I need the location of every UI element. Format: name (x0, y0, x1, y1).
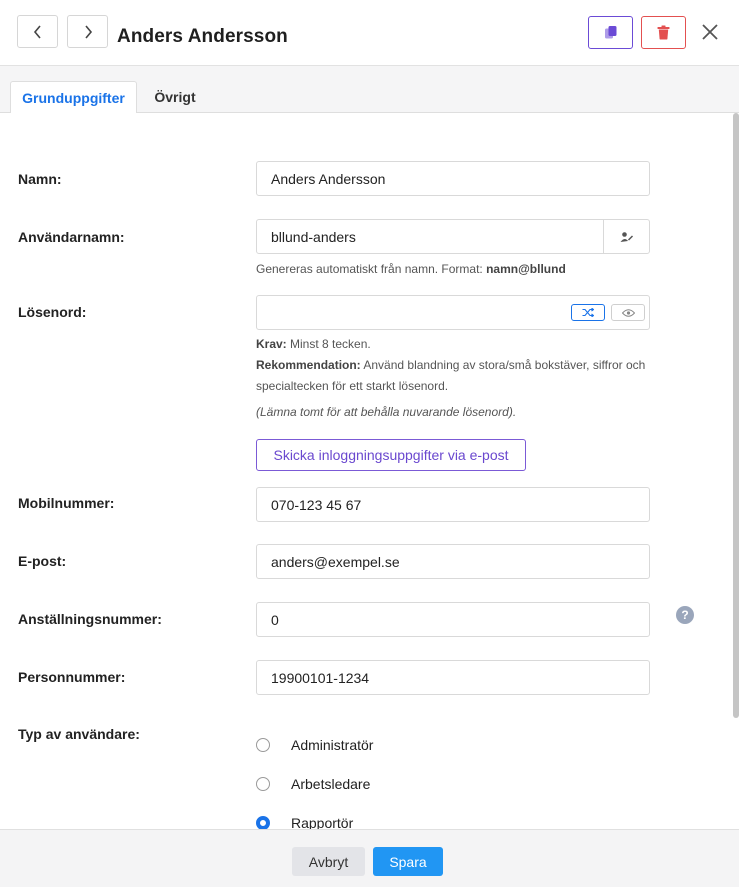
name-label: Namn: (18, 171, 62, 187)
radio-button[interactable] (256, 738, 270, 752)
mobile-label: Mobilnummer: (18, 495, 115, 511)
delete-button[interactable] (641, 16, 686, 49)
save-button[interactable]: Spara (373, 847, 443, 876)
copy-icon (604, 26, 616, 39)
radio-label: Arbetsledare (291, 776, 371, 792)
username-value: bllund-anders (271, 228, 356, 245)
help-icon[interactable]: ? (676, 606, 694, 624)
radio-button-checked[interactable] (256, 816, 270, 829)
tab-grunduppgifter[interactable]: Grunduppgifter (10, 81, 137, 114)
eye-icon (621, 308, 635, 317)
dialog-footer: Avbryt Spara (0, 829, 739, 887)
username-label: Användarnamn: (18, 229, 125, 245)
tab-ovrigt[interactable]: Övrigt (137, 81, 213, 113)
password-input[interactable] (256, 295, 650, 330)
form-content: Namn: Anders Andersson Användarnamn: bll… (0, 113, 733, 829)
user-edit-icon (620, 231, 633, 242)
page-title: Anders Andersson (117, 26, 288, 47)
mobile-input[interactable]: 070-123 45 67 (256, 487, 650, 522)
email-label: E-post: (18, 553, 67, 569)
close-icon (702, 24, 718, 40)
name-input[interactable]: Anders Andersson (256, 161, 650, 196)
radio-administrator[interactable]: Administratör (256, 735, 373, 755)
next-button[interactable] (67, 15, 108, 48)
radio-arbetsledare[interactable]: Arbetsledare (256, 774, 370, 794)
previous-button[interactable] (17, 15, 58, 48)
shuffle-icon (582, 308, 594, 317)
email-input[interactable]: anders@exempel.se (256, 544, 650, 579)
cancel-button[interactable]: Avbryt (292, 847, 365, 876)
copy-button[interactable] (588, 16, 633, 49)
username-input[interactable]: bllund-anders (256, 219, 650, 254)
personal-number-label: Personnummer: (18, 669, 126, 685)
password-label: Lösenord: (18, 304, 87, 320)
radio-label: Rapportör (291, 815, 354, 829)
radio-rapportor[interactable]: Rapportör (256, 813, 353, 829)
dialog-header: Anders Andersson (0, 0, 739, 66)
trash-icon (657, 25, 670, 40)
radio-label: Administratör (291, 737, 374, 753)
password-keep-note: (Lämna tomt för att behålla nuvarande lö… (256, 405, 517, 419)
user-type-label: Typ av användare: (18, 726, 140, 742)
chevron-left-icon (33, 24, 41, 39)
username-hint: Genereras automatiskt från namn. Format:… (256, 262, 566, 276)
show-password-button[interactable] (611, 304, 645, 321)
send-credentials-button[interactable]: Skicka inloggningsuppgifter via e-post (256, 439, 526, 471)
employee-number-label: Anställningsnummer: (18, 611, 162, 627)
generate-password-button[interactable] (571, 304, 605, 321)
radio-button[interactable] (256, 777, 270, 791)
employee-number-input[interactable]: 0 (256, 602, 650, 637)
tab-bar: Grunduppgifter Övrigt (0, 66, 739, 114)
password-recommendation-cont: specialtecken för ett starkt lösenord. (256, 379, 449, 393)
chevron-right-icon (84, 24, 92, 39)
password-recommendation: Rekommendation: Använd blandning av stor… (256, 358, 646, 372)
scrollbar[interactable] (733, 113, 739, 718)
generate-username-button[interactable] (603, 220, 649, 253)
password-requirement: Krav: Minst 8 tecken. (256, 337, 371, 351)
personal-number-input[interactable]: 19900101-1234 (256, 660, 650, 695)
close-button[interactable] (697, 19, 723, 45)
